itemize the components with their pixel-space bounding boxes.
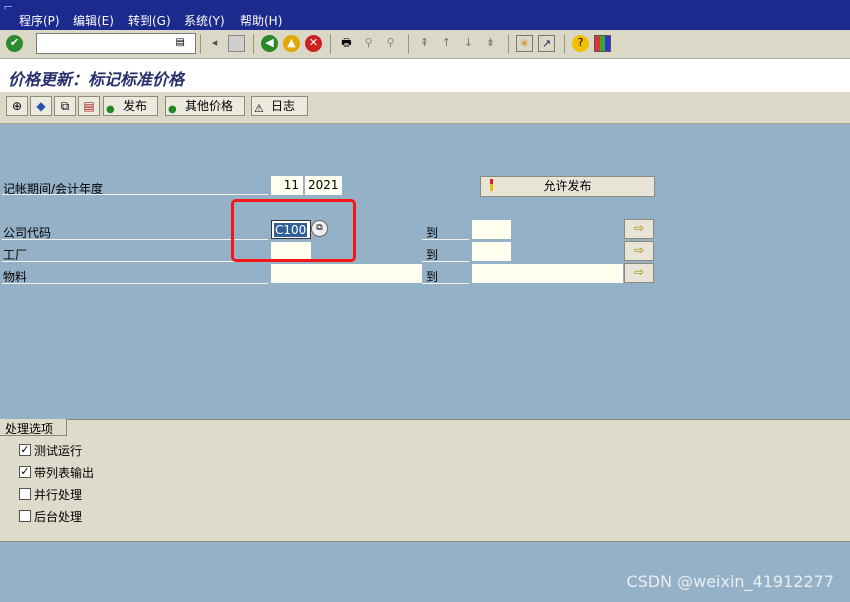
processing-options-group bbox=[0, 419, 850, 542]
delete-icon: ▤ bbox=[83, 99, 95, 113]
back-small-icon[interactable]: ◂ bbox=[206, 35, 223, 52]
highlight-box bbox=[231, 199, 356, 262]
log-button[interactable]: ⚠ 日志 bbox=[251, 96, 308, 116]
execute-button[interactable]: ⊕ bbox=[6, 96, 28, 116]
execute-icon: ⊕ bbox=[11, 99, 23, 113]
processing-options-title: 处理选项 bbox=[5, 422, 54, 436]
other-prices-icon: ● bbox=[168, 104, 177, 115]
variant-button[interactable]: ◆ bbox=[30, 96, 52, 116]
watermark: CSDN @weixin_41912277 bbox=[626, 572, 834, 591]
standard-toolbar: ✔ ▤ ◂ ◀ ▲ ✕ 🖶 ⚲ ⚲ ⇞ ↑ ↓ ⇟ ✳ ↗ ? bbox=[0, 30, 850, 59]
release-button[interactable]: ● 发布 bbox=[103, 96, 158, 116]
find-next-icon[interactable]: ⚲ bbox=[382, 35, 399, 52]
multiple-selection-icon: ⇨ bbox=[633, 265, 645, 279]
other-prices-label: 其他价格 bbox=[185, 99, 234, 113]
title-bar: 价格更新：标记标准价格 bbox=[0, 59, 850, 92]
create-session-icon[interactable]: ✳ bbox=[516, 35, 533, 52]
checkbox-2[interactable] bbox=[19, 488, 31, 500]
command-field[interactable]: ▤ bbox=[36, 33, 196, 54]
material-to-field[interactable] bbox=[472, 264, 623, 283]
cancel-icon[interactable]: ✕ bbox=[305, 35, 322, 52]
page-title: 价格更新：标记标准价格 bbox=[8, 70, 185, 89]
plant-to-field[interactable] bbox=[472, 242, 511, 261]
allow-release-icon bbox=[490, 179, 493, 191]
menu-goto[interactable]: 转到(G) bbox=[128, 12, 171, 29]
allow-release-button[interactable]: 允许发布 bbox=[480, 176, 655, 197]
checkbox-1[interactable]: ✓ bbox=[19, 466, 31, 478]
checkbox-0[interactable]: ✓ bbox=[19, 444, 31, 456]
copy-button[interactable]: ⧉ bbox=[54, 96, 76, 116]
company-code-multiple-button[interactable]: ⇨ bbox=[624, 219, 654, 239]
previous-page-icon[interactable]: ↑ bbox=[438, 35, 455, 52]
other-prices-button[interactable]: ● 其他价格 bbox=[165, 96, 245, 116]
menu-system[interactable]: 系统(Y) bbox=[184, 12, 225, 29]
menu-bar: ⌐ 程序(P) 编辑(E) 转到(G) 系统(Y) 帮助(H) bbox=[0, 0, 850, 30]
variant-icon: ◆ bbox=[36, 99, 46, 113]
multiple-selection-icon: ⇨ bbox=[633, 221, 645, 235]
next-page-icon[interactable]: ↓ bbox=[460, 35, 477, 52]
first-page-icon[interactable]: ⇞ bbox=[416, 35, 433, 52]
material-multiple-button[interactable]: ⇨ bbox=[624, 263, 654, 283]
find-icon[interactable]: ⚲ bbox=[360, 35, 377, 52]
menu-help[interactable]: 帮助(H) bbox=[240, 12, 282, 29]
checkbox-label-0: 测试运行 bbox=[34, 444, 83, 458]
shortcut-icon[interactable]: ↗ bbox=[538, 35, 555, 52]
layout-menu-icon[interactable] bbox=[594, 35, 611, 52]
plant-multiple-button[interactable]: ⇨ bbox=[624, 241, 654, 261]
help-icon[interactable]: ? bbox=[572, 35, 589, 52]
release-icon: ● bbox=[106, 104, 115, 115]
system-menu-icon[interactable]: ⌐ bbox=[3, 0, 13, 14]
period-field[interactable]: 11 bbox=[271, 176, 303, 195]
delete-button[interactable]: ▤ bbox=[78, 96, 100, 116]
checkbox-label-2: 并行处理 bbox=[34, 488, 83, 502]
processing-options-tab: 处理选项 bbox=[0, 419, 67, 436]
save-icon[interactable] bbox=[228, 35, 245, 52]
allow-release-label: 允许发布 bbox=[543, 179, 592, 193]
menu-program[interactable]: 程序(P) bbox=[19, 12, 60, 29]
last-page-icon[interactable]: ⇟ bbox=[482, 35, 499, 52]
company-code-to-field[interactable] bbox=[472, 220, 511, 239]
fiscal-year-field[interactable]: 2021 bbox=[305, 176, 342, 195]
checkbox-label-3: 后台处理 bbox=[34, 510, 83, 524]
back-icon[interactable]: ◀ bbox=[261, 35, 278, 52]
checkbox-label-1: 带列表输出 bbox=[34, 466, 95, 480]
menu-edit[interactable]: 编辑(E) bbox=[73, 12, 114, 29]
list-icon[interactable]: ▤ bbox=[176, 37, 185, 48]
multiple-selection-icon: ⇨ bbox=[633, 243, 645, 257]
checkbox-3[interactable] bbox=[19, 510, 31, 522]
application-toolbar: ⊕ ◆ ⧉ ▤ ● 发布 ● 其他价格 ⚠ 日志 bbox=[0, 92, 850, 124]
material-field[interactable] bbox=[271, 264, 422, 283]
release-label: 发布 bbox=[123, 99, 148, 113]
print-icon[interactable]: 🖶 bbox=[338, 35, 355, 52]
copy-icon: ⧉ bbox=[60, 99, 70, 113]
enter-icon[interactable]: ✔ bbox=[6, 35, 23, 52]
log-label: 日志 bbox=[271, 99, 296, 113]
log-icon: ⚠ bbox=[254, 102, 264, 115]
exit-icon[interactable]: ▲ bbox=[283, 35, 300, 52]
